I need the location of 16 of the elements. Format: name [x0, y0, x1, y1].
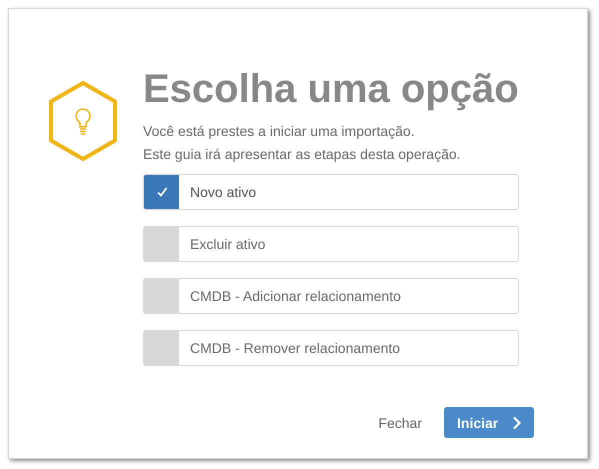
checkmark-icon — [156, 186, 168, 198]
option-item[interactable]: Excluir ativo — [143, 226, 519, 262]
description-text: Este guia irá apresentar as etapas desta operação. — [143, 145, 462, 164]
option-item[interactable]: Novo ativo — [143, 174, 519, 210]
option-item[interactable]: CMDB - Adicionar relacionamento — [143, 278, 519, 314]
option-label: CMDB - Remover relacionamento — [189, 340, 400, 356]
start-button[interactable]: Iniciar — [444, 407, 534, 438]
description-text: Você está prestes a iniciar uma importação. — [143, 122, 416, 141]
chevron-right-icon — [512, 416, 522, 430]
lightbulb-icon — [47, 80, 119, 162]
option-label: CMDB - Adicionar relacionamento — [189, 288, 401, 304]
close-button[interactable]: Fechar — [378, 414, 422, 430]
option-label: Novo ativo — [189, 184, 256, 200]
dialog-title: Escolha uma opção — [143, 66, 519, 113]
option-item[interactable]: CMDB - Remover relacionamento — [143, 330, 519, 366]
option-label: Excluir ativo — [189, 236, 266, 252]
